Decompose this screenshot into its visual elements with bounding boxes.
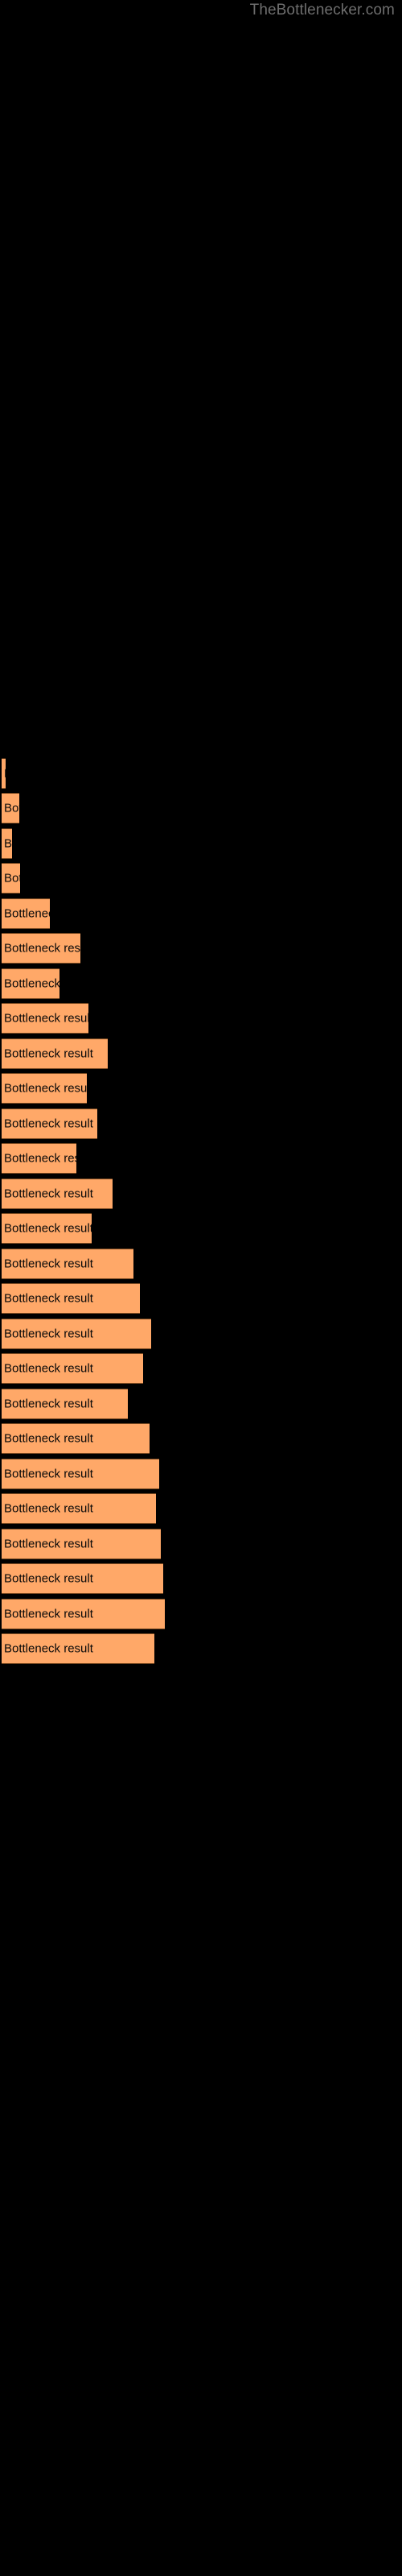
bar[interactable]: Bottleneck result [2,758,6,789]
bar[interactable]: Bottleneck result [2,1213,92,1244]
bar[interactable]: Bottleneck result [2,1143,76,1174]
bar[interactable]: Bottleneck result [2,1003,88,1034]
bar-row: Bottleneck result [0,1563,402,1594]
bar-row: Bottleneck result [0,758,402,789]
bar-label: Bottleneck result [4,836,12,851]
bar[interactable]: Bottleneck result [2,1529,161,1559]
bar-label: Bottleneck result [4,1327,93,1341]
bar-label: Bottleneck result [4,1397,93,1411]
bar-label: Bottleneck result [4,1361,93,1376]
bar-label: Bottleneck result [4,1011,88,1026]
bar-label: Bottleneck result [4,1501,93,1516]
bar-row: Bottleneck result [0,1599,402,1629]
bar-label: Bottleneck result [4,801,19,815]
bar-label: Bottleneck result [4,976,59,991]
bar-label: Bottleneck result [4,1431,93,1446]
bar[interactable]: Bottleneck result [2,1353,143,1384]
bar[interactable]: Bottleneck result [2,968,59,999]
bar-row: Bottleneck result [0,828,402,859]
bar-label: Bottleneck result [4,1221,92,1236]
bar-row: Bottleneck result [0,1319,402,1349]
bar-row: Bottleneck result [0,863,402,894]
bar[interactable]: Bottleneck result [2,1423,150,1454]
bar[interactable]: Bottleneck result [2,1038,108,1069]
bar-label: Bottleneck result [4,941,80,956]
bar[interactable]: Bottleneck result [2,793,19,824]
bar[interactable]: Bottleneck result [2,1563,163,1594]
bar-row: Bottleneck result [0,793,402,824]
bar-row: Bottleneck result [0,1213,402,1244]
bar[interactable]: Bottleneck result [2,1283,140,1314]
bar-label: Bottleneck result [4,871,20,886]
bar[interactable]: Bottleneck result [2,1319,151,1349]
bar[interactable]: Bottleneck result [2,1493,156,1524]
bar-row: Bottleneck result [0,1073,402,1104]
bar-label: Bottleneck result [4,1151,76,1166]
bar[interactable]: Bottleneck result [2,1179,113,1209]
bar-row: Bottleneck result [0,1179,402,1209]
bar[interactable]: Bottleneck result [2,1389,128,1419]
bar-label: Bottleneck result [4,1081,87,1096]
bar-row: Bottleneck result [0,1038,402,1069]
bar[interactable]: Bottleneck result [2,933,80,964]
bar[interactable]: Bottleneck result [2,1459,159,1489]
bar-row: Bottleneck result [0,1493,402,1524]
bar-row: Bottleneck result [0,1389,402,1419]
chart-root: TheBottlenecker.com Bottleneck resultBot… [0,0,402,2576]
bar[interactable]: Bottleneck result [2,828,12,859]
bar[interactable]: Bottleneck result [2,898,50,929]
bar-chart-plot-area: Bottleneck result Bottleneck result Bottle… [0,0,402,2576]
bar-row: Bottleneck result [0,1283,402,1314]
bar-label: Bottleneck result [4,1571,93,1586]
bar[interactable]: Bottleneck result [2,863,20,894]
bar[interactable]: Bottleneck result [2,1108,97,1139]
bar-row: Bottleneck result [0,1459,402,1489]
bar-row: Bottleneck result [0,968,402,999]
bar-label: Bottleneck result [4,1641,93,1656]
bar-label: Bottleneck result [4,1046,93,1061]
bar-row: Bottleneck result [0,1003,402,1034]
bar-row: Bottleneck result [0,898,402,929]
bar[interactable]: Bottleneck result [2,1249,133,1279]
bar-label: Bottleneck result [4,1187,93,1201]
bar-row: Bottleneck result [0,1249,402,1279]
bar-row: Bottleneck result [0,1633,402,1664]
bar[interactable]: Bottleneck result [2,1073,87,1104]
bar-label: Bottleneck result [4,1291,93,1306]
bar-row: Bottleneck result [0,1143,402,1174]
bar-row: Bottleneck result [0,1108,402,1139]
bar-label: Bottleneck result [4,1537,93,1551]
bar-label: Bottleneck result [4,906,50,921]
bar-label: Bottleneck result [4,1257,93,1271]
bar-row: Bottleneck result [0,1353,402,1384]
bar-row: Bottleneck result [0,1423,402,1454]
bar[interactable]: Bottleneck result [2,1633,154,1664]
bar-label: Bottleneck result [4,767,6,781]
bar-label: Bottleneck result [4,1607,93,1621]
bar[interactable]: Bottleneck result [2,1599,165,1629]
bar-label: Bottleneck result [4,1117,93,1131]
bar-label: Bottleneck result [4,1467,93,1481]
bar-row: Bottleneck result [0,1529,402,1559]
bar-row: Bottleneck result [0,933,402,964]
